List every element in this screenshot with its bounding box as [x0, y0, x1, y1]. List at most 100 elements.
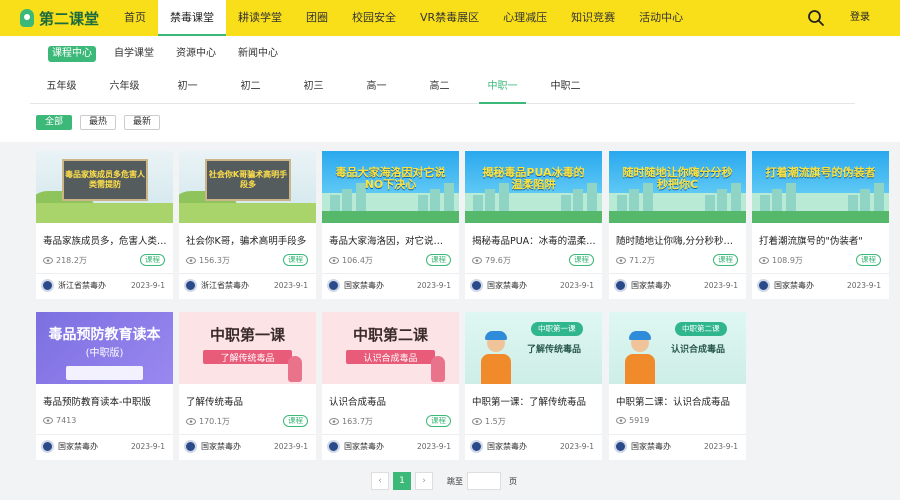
nav-item[interactable]: 活动中心 — [627, 0, 695, 36]
course-thumbnail[interactable]: 毒品家族成员多危害人类需提防 — [36, 151, 173, 223]
course-type-badge: 课程 — [856, 254, 881, 266]
page-number-button[interactable]: 1 — [393, 472, 411, 490]
nav-item[interactable]: 耕读学堂 — [226, 0, 294, 36]
publisher[interactable]: 国家禁毒办 — [327, 279, 384, 292]
grade-tab[interactable]: 六年级 — [93, 72, 156, 103]
course-card[interactable]: 毒品预防教育读本 (中职版) 毒品预防教育读本-中职版 7413 国家禁毒办 2023-9… — [36, 312, 173, 460]
thumbnail-title: 毒品家族成员多危害人类需提防 — [65, 170, 145, 189]
search-icon[interactable] — [806, 8, 826, 28]
course-thumbnail[interactable]: 打着潮流旗号的伪装者 — [752, 151, 889, 223]
sub-tab[interactable]: 新闻中心 — [234, 46, 282, 62]
publish-date: 2023-9-1 — [416, 281, 451, 290]
goto-page-input[interactable] — [467, 472, 501, 490]
course-thumbnail[interactable]: 毒品预防教育读本 (中职版) — [36, 312, 173, 384]
course-title[interactable]: 毒品家族成员多，危害人类… — [43, 233, 167, 247]
publisher[interactable]: 国家禁毒办 — [41, 440, 98, 453]
publisher[interactable]: 国家禁毒办 — [327, 440, 384, 453]
course-card[interactable]: 社会你K哥骗术高明手段多 社会你K哥，骗术高明手段多 156.3万 课程 浙江省禁毒办 2… — [179, 151, 316, 299]
course-card[interactable]: 揭秘毒品PUA冰毒的温柔陷阱 揭秘毒品PUA：冰毒的温柔… 79.6万 课程 国家禁毒办… — [465, 151, 602, 299]
nav-item[interactable]: 禁毒课堂 — [158, 0, 226, 36]
prev-page-button[interactable]: ‹ — [371, 472, 389, 490]
logo-mascot-icon — [18, 7, 36, 29]
login-link[interactable]: 登录 — [850, 0, 870, 36]
thumbnail-subtitle: 认识合成毒品 — [671, 345, 726, 355]
publisher[interactable]: 国家禁毒办 — [614, 440, 671, 453]
course-card[interactable]: 中职第一课 了解传统毒品 中职第一课：了解传统毒品 1.5万 国家禁毒办 2023-9-1 — [465, 312, 602, 460]
course-thumbnail[interactable]: 中职第二课 认识合成毒品 — [609, 312, 746, 384]
view-count-value: 170.1万 — [199, 417, 230, 426]
publisher[interactable]: 国家禁毒办 — [184, 440, 241, 453]
grade-tab[interactable]: 初二 — [219, 72, 282, 103]
view-count-value: 106.4万 — [342, 256, 373, 265]
publisher[interactable]: 国家禁毒办 — [470, 279, 527, 292]
course-thumbnail[interactable]: 中职第一课 了解传统毒品 — [465, 312, 602, 384]
publish-date: 2023-9-1 — [273, 281, 308, 290]
police-badge-icon — [614, 440, 627, 453]
thumbnail-title: 社会你K哥骗术高明手段多 — [208, 170, 288, 189]
course-title[interactable]: 认识合成毒品 — [329, 394, 453, 408]
course-title[interactable]: 社会你K哥，骗术高明手段多 — [186, 233, 310, 247]
sort-filter-button[interactable]: 最新 — [124, 115, 161, 130]
nav-item[interactable]: 心理减压 — [491, 0, 559, 36]
course-title[interactable]: 随时随地让你嗨,分分秒秒… — [616, 233, 740, 247]
course-card[interactable]: 打着潮流旗号的伪装者 打着潮流旗号的"伪装者" 108.9万 课程 国家禁毒办 2023-… — [752, 151, 889, 299]
course-thumbnail[interactable]: 社会你K哥骗术高明手段多 — [179, 151, 316, 223]
publisher[interactable]: 浙江省禁毒办 — [184, 279, 249, 292]
course-thumbnail[interactable]: 揭秘毒品PUA冰毒的温柔陷阱 — [465, 151, 602, 223]
publisher[interactable]: 国家禁毒办 — [757, 279, 814, 292]
course-thumbnail[interactable]: 随时随地让你嗨分分秒秒把你C — [609, 151, 746, 223]
course-card[interactable]: 中职第一课 了解传统毒品 了解传统毒品 170.1万 课程 国家禁毒办 2023-9-1 — [179, 312, 316, 460]
card-divider — [609, 434, 746, 435]
sort-filter-button[interactable]: 最热 — [80, 115, 117, 130]
view-count: 5919 — [616, 416, 649, 425]
course-thumbnail[interactable]: 中职第二课 认识合成毒品 — [322, 312, 459, 384]
thumbnail-title: 毒品大家海洛因对它说NO下决心 — [335, 166, 446, 191]
course-title[interactable]: 毒品预防教育读本-中职版 — [43, 394, 167, 408]
course-title[interactable]: 了解传统毒品 — [186, 394, 310, 408]
course-card[interactable]: 毒品家族成员多危害人类需提防 毒品家族成员多，危害人类… 218.2万 课程 浙江省禁毒… — [36, 151, 173, 299]
nav-item[interactable]: 首页 — [112, 0, 158, 36]
grade-tab[interactable]: 初一 — [156, 72, 219, 103]
course-card[interactable]: 中职第二课 认识合成毒品 认识合成毒品 163.7万 课程 国家禁毒办 2023-9-1 — [322, 312, 459, 460]
nav-item[interactable]: 校园安全 — [340, 0, 408, 36]
course-title[interactable]: 毒品大家海洛因，对它说… — [329, 233, 453, 247]
grade-tab[interactable]: 中职二 — [534, 72, 597, 103]
course-card[interactable]: 中职第二课 认识合成毒品 中职第二课：认识合成毒品 5919 国家禁毒办 2023-9-1 — [609, 312, 746, 460]
next-page-button[interactable]: › — [415, 472, 433, 490]
publisher[interactable]: 国家禁毒办 — [470, 440, 527, 453]
site-logo[interactable]: 第二课堂 — [0, 0, 108, 36]
course-card[interactable]: 随时随地让你嗨分分秒秒把你C 随时随地让你嗨,分分秒秒… 71.2万 课程 国家禁毒办 2… — [609, 151, 746, 299]
book-illustration — [66, 366, 143, 380]
publisher[interactable]: 浙江省禁毒办 — [41, 279, 106, 292]
nav-item[interactable]: VR禁毒展区 — [408, 0, 491, 36]
publish-date: 2023-9-1 — [130, 281, 165, 290]
course-title[interactable]: 揭秘毒品PUA：冰毒的温柔… — [472, 233, 596, 247]
sub-tab[interactable]: 自学课堂 — [110, 46, 158, 62]
course-thumbnail[interactable]: 毒品大家海洛因对它说NO下决心 — [322, 151, 459, 223]
thumbnail-title: 中职第二课 — [352, 326, 428, 344]
grade-tab[interactable]: 高二 — [408, 72, 471, 103]
nav-item[interactable]: 团圈 — [294, 0, 340, 36]
course-thumbnail[interactable]: 中职第一课 了解传统毒品 — [179, 312, 316, 384]
sub-tab[interactable]: 资源中心 — [172, 46, 220, 62]
grade-tab[interactable]: 高一 — [345, 72, 408, 103]
course-title[interactable]: 中职第二课：认识合成毒品 — [616, 394, 740, 408]
thumbnail-title: 中职第一课 — [209, 326, 285, 344]
view-count: 7413 — [43, 416, 76, 425]
view-count: 218.2万 — [43, 255, 87, 266]
grade-tab[interactable]: 初三 — [282, 72, 345, 103]
view-count-value: 71.2万 — [629, 256, 655, 265]
course-title[interactable]: 打着潮流旗号的"伪装者" — [759, 233, 883, 247]
grade-tab[interactable]: 中职一 — [471, 72, 534, 104]
logo-text: 第二课堂 — [39, 9, 100, 28]
publisher[interactable]: 国家禁毒办 — [614, 279, 671, 292]
eye-icon — [472, 418, 482, 425]
course-title[interactable]: 中职第一课：了解传统毒品 — [472, 394, 596, 408]
sub-tab[interactable]: 课程中心 — [48, 46, 96, 62]
grade-tab[interactable]: 五年级 — [30, 72, 93, 103]
sort-filter-button[interactable]: 全部 — [36, 115, 73, 130]
card-divider — [752, 273, 889, 274]
police-badge-icon — [614, 279, 627, 292]
nav-item[interactable]: 知识竞赛 — [559, 0, 627, 36]
course-card[interactable]: 毒品大家海洛因对它说NO下决心 毒品大家海洛因，对它说… 106.4万 课程 国家禁毒办… — [322, 151, 459, 299]
